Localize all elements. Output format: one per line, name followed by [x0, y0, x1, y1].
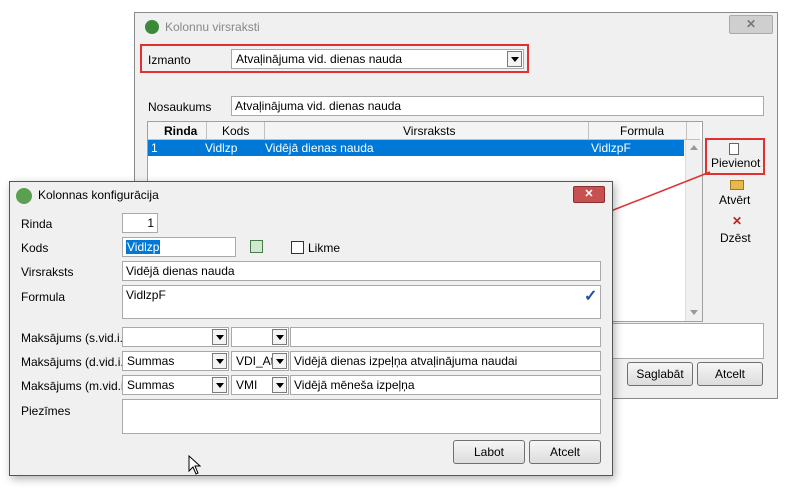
piezimes-input[interactable]: [122, 399, 601, 434]
mouse-cursor-icon: [188, 455, 202, 475]
kods-input[interactable]: Vidlzp: [122, 237, 236, 257]
virsraksts-input[interactable]: Vidējā dienas nauda: [122, 261, 601, 281]
lookup-icon[interactable]: [250, 240, 263, 253]
table-row[interactable]: 1 Vidlzp Vidējā dienas nauda VidlzpF: [148, 140, 684, 156]
maks-d-combo2[interactable]: VDI_At: [231, 351, 289, 371]
app-logo-icon: [16, 188, 32, 204]
table-header: Rinda Kods Virsraksts Formula: [148, 122, 700, 140]
dzest-label: Dzēst: [720, 231, 751, 245]
dzest-button[interactable]: ✕ Dzēst: [715, 214, 759, 245]
window-title: Kolonnu virsraksti: [165, 20, 260, 34]
folder-open-icon: [730, 180, 744, 190]
maks-m-combo2[interactable]: VMI: [231, 375, 289, 395]
likme-label: Likme: [308, 241, 341, 255]
chevron-down-icon[interactable]: [212, 329, 227, 345]
cell-kods: Vidlzp: [205, 141, 238, 155]
izmanto-select[interactable]: Atvaļinājuma vid. dienas nauda: [231, 49, 524, 69]
cell-virsraksts: Vidējā dienas nauda: [265, 141, 374, 155]
rinda-input[interactable]: 1: [122, 213, 158, 233]
chevron-down-icon[interactable]: [507, 51, 522, 67]
maks-s-label: Maksājums (s.vid.i.): [21, 331, 128, 345]
atvert-label: Atvērt: [719, 193, 751, 207]
maks-d-desc: Vidējā dienas izpeļņa atvaļinājuma nauda…: [290, 351, 601, 371]
atvert-button[interactable]: Atvērt: [715, 179, 759, 209]
atcelt-button[interactable]: Atcelt: [529, 440, 601, 464]
window-titlebar: Kolonnu virsraksti ✕: [135, 13, 777, 41]
cell-rinda: 1: [151, 141, 158, 155]
scroll-up-icon[interactable]: [690, 145, 698, 150]
rinda-label: Rinda: [21, 217, 53, 231]
maks-m-combo1-value: Summas: [127, 378, 175, 392]
chevron-down-icon[interactable]: [272, 329, 287, 345]
maks-d-combo1-value: Summas: [127, 354, 175, 368]
chevron-down-icon[interactable]: [212, 353, 227, 369]
close-button[interactable]: ✕: [729, 15, 773, 34]
maks-d-combo1[interactable]: Summas: [122, 351, 229, 371]
saglabat-button[interactable]: Saglabāt: [627, 362, 693, 386]
scroll-down-icon[interactable]: [690, 310, 698, 315]
col-header-kods[interactable]: Kods: [222, 124, 249, 138]
maks-s-combo1[interactable]: [122, 327, 229, 347]
col-header-formula[interactable]: Formula: [620, 124, 664, 138]
maks-m-combo2-value: VMI: [236, 378, 258, 392]
formula-input[interactable]: VidlzpF: [122, 285, 601, 319]
cell-formula: VidlzpF: [591, 141, 631, 155]
labot-button[interactable]: Labot: [453, 440, 525, 464]
izmanto-value: Atvaļinājuma vid. dienas nauda: [236, 52, 403, 66]
new-document-icon: [729, 143, 739, 155]
pievienot-button[interactable]: Pievienot: [709, 141, 761, 173]
nosaukums-input[interactable]: Atvaļinājuma vid. dienas nauda: [231, 96, 764, 116]
kods-value: Vidlzp: [126, 240, 161, 254]
maks-d-label: Maksājums (d.vid.i.): [21, 355, 128, 369]
maks-m-desc: Vidējā mēneša izpeļņa: [290, 375, 601, 395]
chevron-down-icon[interactable]: [212, 377, 227, 393]
maks-s-desc: [290, 327, 601, 347]
notes-area[interactable]: [612, 323, 764, 359]
col-header-rinda[interactable]: Rinda: [164, 124, 197, 138]
atcelt-button[interactable]: Atcelt: [697, 362, 763, 386]
maks-m-combo1[interactable]: Summas: [122, 375, 229, 395]
maks-m-label: Maksājums (m.vid.i.): [21, 379, 132, 393]
izmanto-label: Izmanto: [148, 53, 191, 67]
app-logo-icon: [145, 20, 159, 34]
likme-checkbox[interactable]: [291, 241, 304, 254]
delete-icon: ✕: [732, 214, 743, 228]
formula-label: Formula: [21, 290, 66, 304]
kods-label: Kods: [21, 241, 49, 255]
pievienot-label: Pievienot: [711, 156, 761, 170]
nosaukums-label: Nosaukums: [148, 100, 212, 114]
dialog-title: Kolonnas konfigurācija: [38, 188, 159, 202]
piezimes-label: Piezīmes: [21, 404, 71, 418]
maks-d-combo2-value: VDI_At: [236, 354, 272, 368]
dialog-titlebar: Kolonnas konfigurācija ✕: [10, 182, 612, 210]
close-button[interactable]: ✕: [573, 186, 605, 203]
maks-s-combo2[interactable]: [231, 327, 289, 347]
checkmark-icon[interactable]: ✓: [584, 286, 597, 306]
chevron-down-icon[interactable]: [272, 377, 287, 393]
col-header-virsraksts[interactable]: Virsraksts: [403, 124, 455, 138]
virsraksts-label: Virsraksts: [21, 265, 74, 279]
kolonnas-konfiguracija-dialog: Kolonnas konfigurācija ✕ Rinda 1 Kods Vi…: [9, 181, 613, 476]
chevron-down-icon[interactable]: [272, 353, 287, 369]
vertical-scrollbar[interactable]: [685, 140, 702, 321]
